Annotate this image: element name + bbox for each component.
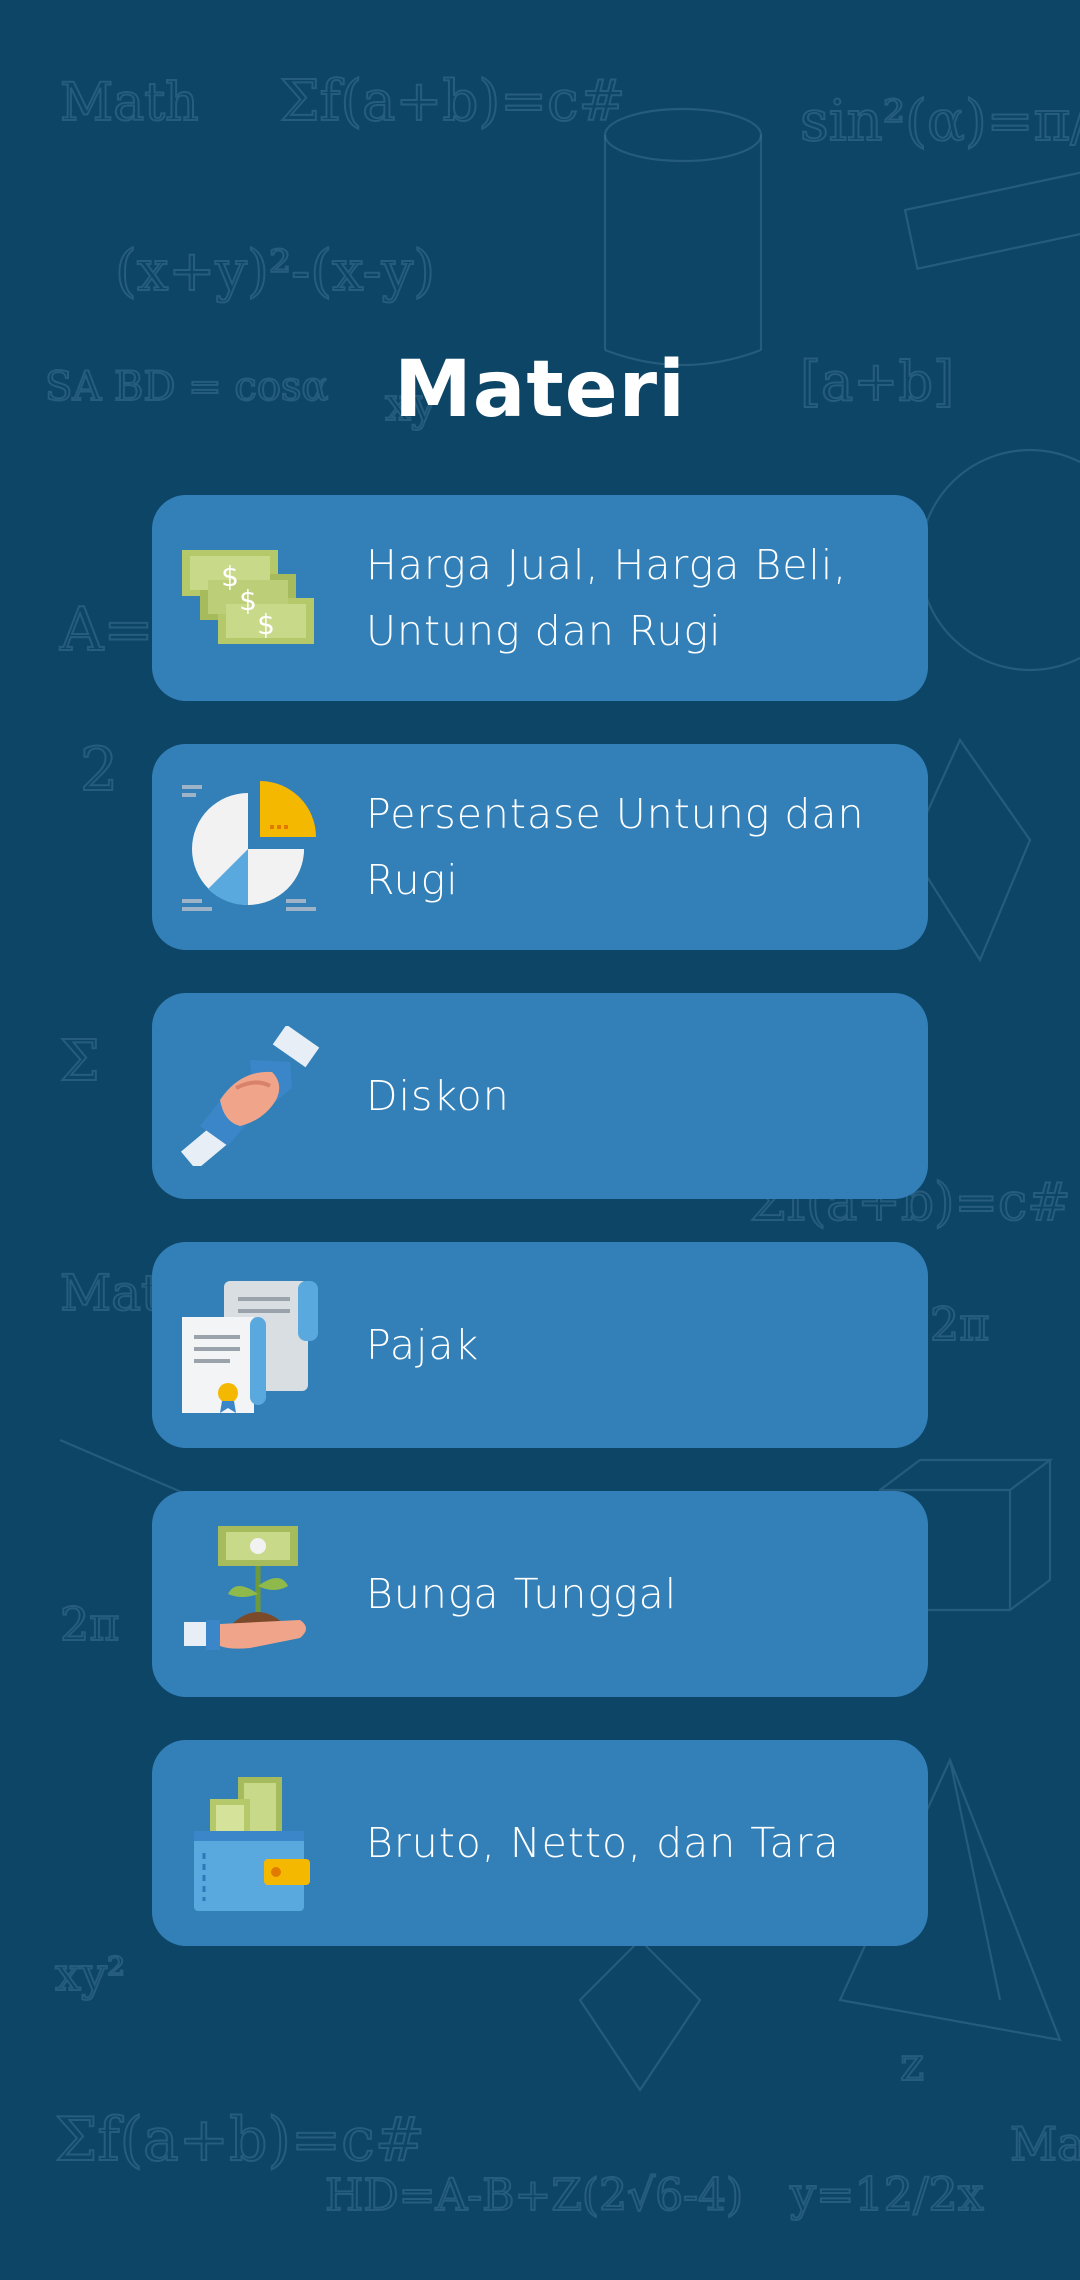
svg-text:(x+y)²-(x-y): (x+y)²-(x-y) [115, 239, 435, 304]
svg-text:HD=A-B+Z(2√6-4): HD=A-B+Z(2√6-4) [325, 2170, 743, 2221]
svg-text:2π: 2π [930, 1297, 990, 1351]
pie-chart-icon [182, 781, 316, 911]
menu-item-diskon[interactable]: Diskon [152, 993, 928, 1199]
handshake-icon [180, 1026, 320, 1166]
menu-item-bunga-tunggal[interactable]: Bunga Tunggal [152, 1491, 928, 1697]
page-title: Materi [394, 345, 686, 435]
svg-text:sin²(α)=π/4: sin²(α)=π/4 [800, 89, 1080, 154]
svg-text:y=12/2x: y=12/2x [789, 2167, 984, 2221]
svg-text:xy²: xy² [55, 1947, 125, 2001]
menu-item-harga-jual[interactable]: $ $ $ Harga Jual, Harga Beli, Untung dan… [152, 495, 928, 701]
menu-item-label: Harga Jual, Harga Beli, Untung dan Rugi [366, 541, 848, 655]
money-plant-hand-icon [184, 1526, 306, 1650]
svg-text:Math: Math [60, 73, 199, 133]
svg-text:Ma: Ma [1010, 2117, 1080, 2171]
svg-text:2: 2 [80, 735, 118, 805]
svg-text:Σ: Σ [60, 1029, 100, 1094]
svg-text:A=: A= [59, 595, 154, 665]
wallet-money-icon [194, 1777, 310, 1911]
menu-item-label: Bruto, Netto, dan Tara [366, 1819, 840, 1867]
svg-text:2π: 2π [60, 1597, 120, 1651]
svg-text:z: z [900, 2037, 924, 2091]
svg-text:$: $ [221, 560, 239, 593]
svg-text:Σf(a+b)=c#: Σf(a+b)=c# [280, 69, 625, 134]
menu-item-pajak[interactable]: Pajak [152, 1242, 928, 1448]
svg-text:$: $ [239, 584, 257, 617]
menu-item-label: Persentase Untung dan Rugi [366, 790, 865, 904]
menu-item-persentase[interactable]: Persentase Untung dan Rugi [152, 744, 928, 950]
money-stack-icon: $ $ $ [182, 550, 314, 644]
menu-item-label: Diskon [366, 1072, 510, 1120]
menu-item-label: Pajak [366, 1321, 480, 1369]
menu-item-label: Bunga Tunggal [366, 1570, 678, 1618]
svg-text:$: $ [257, 608, 275, 641]
document-certificate-icon [182, 1281, 318, 1413]
svg-text:Σf(a+b)=c#: Σf(a+b)=c# [55, 2105, 425, 2175]
menu-item-bruto-netto[interactable]: Bruto, Netto, dan Tara [152, 1740, 928, 1946]
